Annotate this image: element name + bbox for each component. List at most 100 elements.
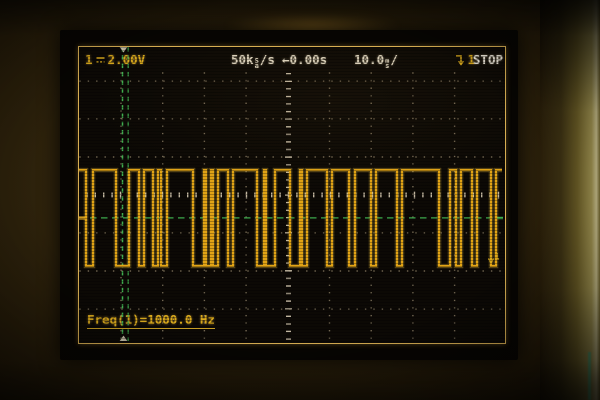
grid-dot [273,80,274,81]
grid-dot [329,247,330,248]
grid-dot [298,232,299,233]
grid-dot [357,270,358,271]
grid-dot [329,269,330,270]
grid-dot [454,209,455,210]
grid-dot [407,80,408,81]
grid-dot [245,148,246,149]
grid-dot [88,80,89,81]
grid-dot [256,308,257,309]
grid-dot [245,216,246,217]
grid-dot [483,308,484,309]
grid-dot [499,232,500,233]
grid-dot [449,308,450,309]
grid-dot [264,156,265,157]
axis-tick [285,270,292,271]
grid-dot [373,270,374,271]
run-state: STOP [473,52,503,67]
grid-dot [424,270,425,271]
grid-dot [415,118,416,119]
grid-dot [256,156,257,157]
grid-dot [245,254,246,255]
grid-dot [204,232,205,233]
trigger-position-marker-bottom [120,336,128,342]
grid-dot [298,118,299,119]
axis-tick [380,193,381,198]
grid-dot [147,232,148,233]
grid-dot [449,118,450,119]
grid-dot [245,300,246,301]
grid-dot [412,254,413,255]
grid-dot [365,308,366,309]
axis-tick [347,193,348,198]
grid-dot [273,270,274,271]
grid-dot [205,270,206,271]
grid-dot [382,118,383,119]
grid-dot [120,103,121,104]
grid-dot [162,178,163,179]
grid-dot [329,232,330,233]
grid-dot [454,239,455,240]
grid-dot [162,163,163,164]
status-bar: 1 2.00V 50kSa/s ←0.00s 10.0ms/ 1 STOP [79,52,505,68]
grid-dot [371,285,372,286]
oscilloscope-photo: 1 2.00V 50kSa/s ←0.00s 10.0ms/ 1 STOP Fr… [0,0,600,400]
grid-dot [348,80,349,81]
grid-dot [323,80,324,81]
grid-dot [329,125,330,126]
grid-dot [245,315,246,316]
grid-dot [365,156,366,157]
grid-dot [432,118,433,119]
grid-dot [491,270,492,271]
grid-dot [306,80,307,81]
grid-dot [412,125,413,126]
grid-dot [432,232,433,233]
grid-dot [331,308,332,309]
grid-dot [454,88,455,89]
grid-dot [407,118,408,119]
grid-dot [204,269,205,270]
axis-tick [286,316,291,317]
grid-dot [245,201,246,202]
grid-dot [483,118,484,119]
grid-dot [371,300,372,301]
grid-dot [204,178,205,179]
level-tick-right [496,217,503,219]
grid-dot [441,232,442,233]
grid-dot [407,308,408,309]
grid-dot [466,156,467,157]
grid-dot [113,118,114,119]
grid-dot [323,308,324,309]
grid-dot [239,80,240,81]
grid-dot [120,194,121,195]
grid-dot [204,186,205,187]
grid-dot [454,269,455,270]
axis-tick [286,126,291,127]
axis-tick [187,193,188,198]
grid-dot [147,118,148,119]
grid-dot [231,156,232,157]
grid-dot [412,292,413,293]
frequency-measurement-readout: Freq(1)=1000.0 Hz [87,312,215,329]
grid-dot [155,156,156,157]
grid-dot [162,330,163,331]
grid-dot [412,178,413,179]
grid-dot [204,163,205,164]
grid-dot [457,308,458,309]
grid-dot [204,141,205,142]
grid-dot [121,118,122,119]
channel-number: 1 [85,52,93,67]
grid-dot [204,201,205,202]
axis-tick [321,193,322,198]
grid-dot [162,201,163,202]
grid-dot [331,80,332,81]
grid-dot [162,338,163,339]
grid-dot [399,118,400,119]
graticule-and-waveform: 1 [79,47,503,341]
grid-dot [281,270,282,271]
grid-dot [373,118,374,119]
grid-dot [329,330,330,331]
grid-dot [204,247,205,248]
grid-dot [412,163,413,164]
grid-dot [197,80,198,81]
grid-dot [371,277,372,278]
